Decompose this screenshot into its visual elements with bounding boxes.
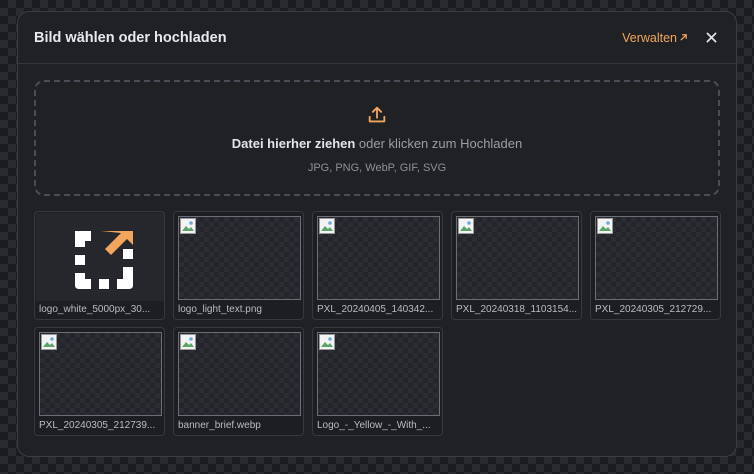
dropzone-formats: JPG, PNG, WebP, GIF, SVG [307,162,447,174]
image-thumbnail [178,332,301,416]
broken-image-icon [319,334,335,350]
image-tile[interactable]: PXL_20240305_212729... [590,211,721,320]
image-filename: logo_light_text.png [178,304,262,315]
image-filename: banner_brief.webp [178,420,261,431]
broken-image-icon [180,218,196,234]
image-filename: PXL_20240405_140342... [317,304,434,315]
image-thumbnail [317,216,440,300]
image-thumbnail [595,216,718,300]
image-grid: logo_white_5000px_30... logo_light_text.p… [34,211,722,436]
image-picker-modal: Bild wählen oder hochladen Verwalten Dat… [17,11,737,457]
broken-image-icon [458,218,474,234]
close-button[interactable] [702,29,720,47]
image-thumbnail [178,216,301,300]
image-tile[interactable]: logo_white_5000px_30... [34,211,165,320]
manage-link[interactable]: Verwalten [622,31,688,45]
broken-image-icon [180,334,196,350]
image-tile[interactable]: PXL_20240318_1103154... [451,211,582,320]
brand-logo-icon [74,231,133,289]
broken-image-icon [41,334,57,350]
image-thumbnail [456,216,579,300]
upload-icon [368,106,386,123]
modal-title: Bild wählen oder hochladen [34,29,227,46]
image-filename: PXL_20240305_212729... [595,304,712,315]
image-thumbnail [317,332,440,416]
broken-image-icon [597,218,613,234]
manage-label: Verwalten [622,30,677,45]
image-filename: logo_white_5000px_30... [39,304,151,315]
image-filename: Logo_-_Yellow_-_With_... [317,420,431,431]
header-actions: Verwalten [622,29,720,47]
modal-header: Bild wählen oder hochladen Verwalten [18,12,736,64]
close-icon [706,32,716,43]
dropzone-text-bold: Datei hierher ziehen [231,136,356,151]
image-tile[interactable]: logo_light_text.png [173,211,304,320]
image-filename: PXL_20240305_212739... [39,420,156,431]
image-tile[interactable]: PXL_20240305_212739... [34,327,165,436]
image-filename: PXL_20240318_1103154... [456,304,578,315]
image-tile[interactable]: banner_brief.webp [173,327,304,436]
image-thumbnail [39,332,162,416]
image-tile[interactable]: PXL_20240405_140342... [312,211,443,320]
broken-image-icon [319,218,335,234]
external-link-icon [680,34,687,41]
upload-dropzone[interactable]: Datei hierher ziehen oder klicken zum Ho… [34,80,720,196]
dropzone-text: Datei hierher ziehen oder klicken zum Ho… [232,136,522,151]
image-thumbnail [36,213,164,301]
image-tile[interactable]: Logo_-_Yellow_-_With_... [312,327,443,436]
dropzone-text-rest: oder klicken zum Hochladen [355,136,523,151]
